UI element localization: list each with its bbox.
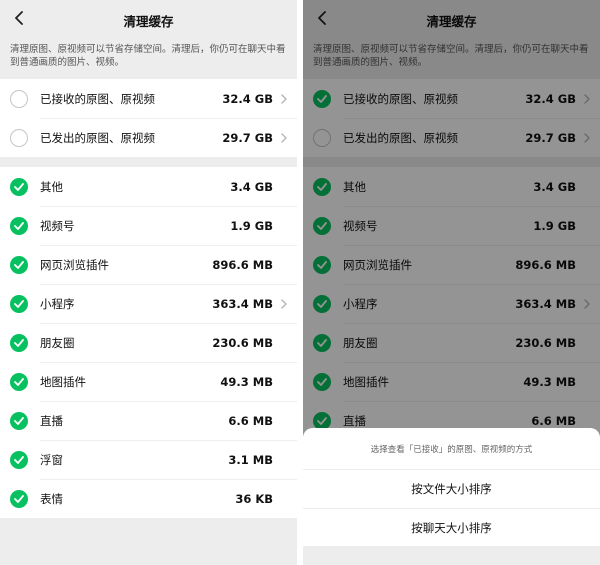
chevron-left-icon (15, 11, 23, 25)
back-button[interactable] (8, 6, 30, 30)
item-size: 3.1 MB (228, 452, 273, 467)
item-size: 3.4 GB (230, 179, 273, 194)
item-size: 29.7 GB (222, 130, 273, 145)
item-label: 视频号 (40, 218, 75, 233)
item-label: 已接收的原图、原视频 (40, 91, 155, 106)
checkmark-circle-icon[interactable] (10, 255, 28, 274)
list-item[interactable]: 浮窗 3.1 MB (0, 440, 297, 479)
cleanup-description: 清理原图、原视频可以节省存储空间。清理后，你仍可在聊天中看到普通画质的图片、视频… (10, 44, 286, 68)
item-label: 小程序 (40, 296, 75, 311)
item-size: 32.4 GB (222, 91, 273, 106)
checkmark-circle-icon[interactable] (10, 294, 28, 313)
checkmark-circle-icon[interactable] (10, 450, 28, 469)
item-size: 36 KB (235, 491, 273, 506)
list-item[interactable]: 视频号 1.9 GB (0, 206, 297, 245)
item-label: 直播 (40, 413, 63, 428)
chevron-right-icon (277, 298, 287, 309)
item-label: 浮窗 (40, 452, 63, 467)
chevron-right-icon (277, 132, 287, 143)
item-label: 已发出的原图、原视频 (40, 130, 155, 145)
item-label: 表情 (40, 491, 63, 506)
item-size: 230.6 MB (212, 335, 273, 350)
original-media-group: 已接收的原图、原视频 32.4 GB 已发出的原图、原视频 29.7 GB (0, 79, 297, 157)
item-size: 6.6 MB (228, 413, 273, 428)
clear-cache-screen-left: 清理缓存 清理原图、原视频可以节省存储空间。清理后，你仍可在聊天中看到普通画质的… (0, 0, 297, 565)
list-item[interactable]: 地图插件 49.3 MB (0, 362, 297, 401)
action-sheet-title: 选择查看「已接收」的原图、原视频的方式 (303, 428, 600, 470)
list-item[interactable]: 已接收的原图、原视频 32.4 GB (0, 79, 297, 118)
checkmark-circle-icon[interactable] (10, 333, 28, 352)
item-size: 49.3 MB (220, 374, 273, 389)
item-label: 朋友圈 (40, 335, 75, 350)
sort-by-file-size-option[interactable]: 按文件大小排序 (303, 470, 600, 508)
checkmark-circle-icon[interactable] (10, 411, 28, 430)
list-item[interactable]: 朋友圈 230.6 MB (0, 323, 297, 362)
empty-circle-icon[interactable] (10, 128, 28, 147)
list-item[interactable]: 其他 3.4 GB (0, 167, 297, 206)
list-item[interactable]: 表情 36 KB (0, 479, 297, 518)
checkmark-circle-icon[interactable] (10, 177, 28, 196)
empty-circle-icon[interactable] (10, 89, 28, 108)
list-item[interactable]: 小程序 363.4 MB (0, 284, 297, 323)
item-size: 1.9 GB (230, 218, 273, 233)
item-label: 网页浏览插件 (40, 257, 109, 272)
checkmark-circle-icon[interactable] (10, 489, 28, 508)
checkmark-circle-icon[interactable] (10, 216, 28, 235)
group-gap (0, 157, 297, 167)
nav-bar: 清理缓存 (0, 0, 297, 37)
list-item[interactable]: 直播 6.6 MB (0, 401, 297, 440)
sort-by-chat-size-option[interactable]: 按聊天大小排序 (303, 508, 600, 546)
clear-cache-screen-right: 清理缓存 清理原图、原视频可以节省存储空间。清理后，你仍可在聊天中看到普通画质的… (303, 0, 600, 565)
page-title: 清理缓存 (123, 14, 174, 29)
item-size: 363.4 MB (212, 296, 273, 311)
item-label: 地图插件 (40, 374, 86, 389)
item-label: 其他 (40, 179, 63, 194)
sort-action-sheet: 选择查看「已接收」的原图、原视频的方式 按文件大小排序 按聊天大小排序 (303, 428, 600, 565)
checkmark-circle-icon[interactable] (10, 372, 28, 391)
chevron-right-icon (277, 93, 287, 104)
cache-items-group: 其他 3.4 GB 视频号 1.9 GB 网页浏览插件 896.6 MB 小程序 363.4 … (0, 167, 297, 518)
item-size: 896.6 MB (212, 257, 273, 272)
list-item[interactable]: 网页浏览插件 896.6 MB (0, 245, 297, 284)
comparison-stage: 清理缓存 清理原图、原视频可以节省存储空间。清理后，你仍可在聊天中看到普通画质的… (0, 0, 600, 565)
list-item[interactable]: 已发出的原图、原视频 29.7 GB (0, 118, 297, 157)
